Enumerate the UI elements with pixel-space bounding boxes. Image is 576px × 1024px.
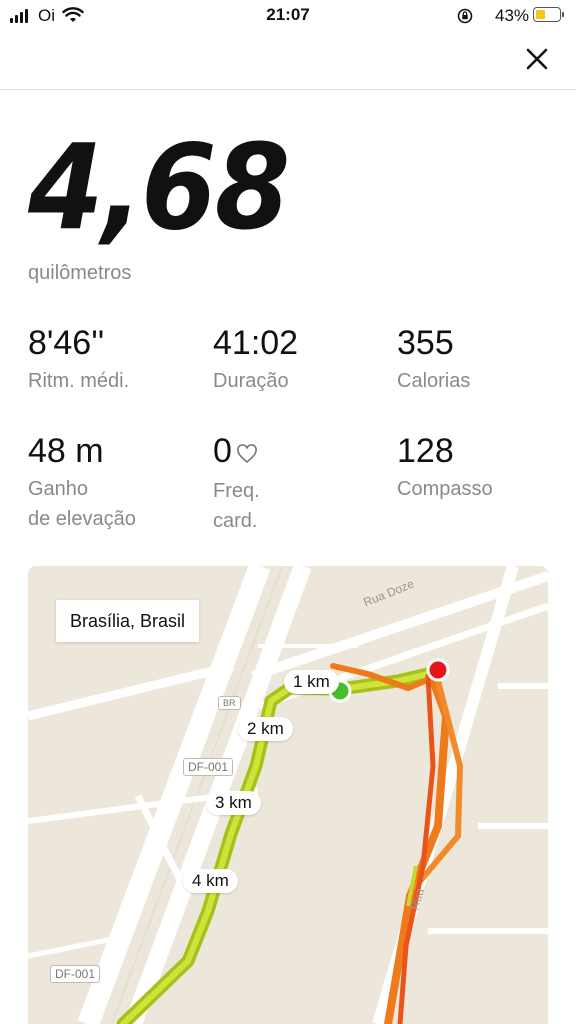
status-bar: Oi 21:07 43%	[0, 0, 576, 32]
route-map[interactable]: Brasília, Brasil DF-001 DF-001 BR Rua Do…	[28, 566, 548, 1024]
elevation-value: 48 m	[28, 432, 104, 470]
stat-elevation: 48 m Ganho de elevação	[28, 434, 208, 534]
pace-value: 8'46''	[28, 324, 105, 362]
battery-fill	[536, 10, 546, 19]
duration-value: 41:02	[213, 324, 299, 362]
route-path	[116, 663, 463, 1024]
road-sign: BR	[218, 696, 241, 710]
cadence-label: Compasso	[397, 478, 493, 500]
heart-rate-row: 0	[213, 434, 393, 470]
heart-rate-label: Freq. card.	[213, 476, 393, 536]
duration-label: Duração	[213, 370, 289, 392]
battery-icon	[533, 7, 564, 22]
km-marker: 3 km	[206, 791, 261, 815]
distance-unit: quilômetros	[28, 262, 132, 284]
calories-value: 355	[397, 324, 454, 362]
heart-rate-value: 0	[213, 432, 232, 470]
elevation-label-line2: de elevação	[28, 508, 136, 530]
close-x-icon	[526, 48, 548, 70]
map-location-label: Brasília, Brasil	[56, 600, 200, 642]
heart-rate-label-line1: Freq.	[213, 480, 260, 502]
stat-pace: 8'46'' Ritm. médi.	[28, 326, 208, 396]
stat-duration: 41:02 Duração	[213, 326, 393, 396]
road-sign: DF-001	[50, 965, 101, 983]
elevation-label-line1: Ganho	[28, 478, 89, 500]
stat-cadence: 128 Compasso	[397, 434, 576, 504]
km-marker: 2 km	[238, 717, 293, 741]
close-button[interactable]	[522, 44, 552, 74]
status-time: 21:07	[266, 5, 310, 24]
km-marker: 4 km	[183, 869, 238, 893]
calories-label: Calorias	[397, 370, 471, 392]
battery-percent: 43%	[495, 6, 530, 25]
stat-calories: 355 Calorias	[397, 326, 576, 396]
header-divider	[0, 89, 576, 90]
route-end-marker	[426, 658, 450, 682]
pace-label: Ritm. médi.	[28, 370, 130, 392]
distance-value: 4,68	[28, 118, 290, 256]
heart-icon	[236, 436, 258, 470]
road-sign: DF-001	[183, 758, 234, 776]
stat-heart-rate: 0 Freq. card.	[213, 434, 393, 536]
km-marker: 1 km	[284, 670, 339, 694]
elevation-label: Ganho de elevação	[28, 474, 208, 534]
heart-rate-label-line2: card.	[213, 510, 258, 532]
cadence-value: 128	[397, 432, 454, 470]
orientation-lock-icon	[456, 7, 474, 30]
